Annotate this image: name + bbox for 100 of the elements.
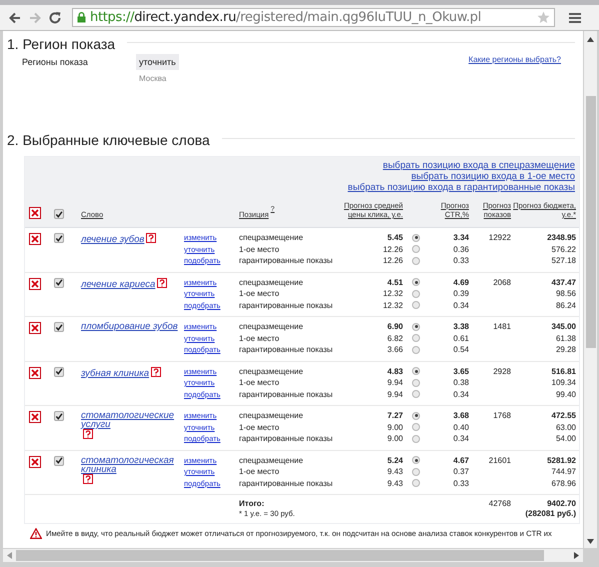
keyword-link[interactable]: лечение кариеса bbox=[81, 280, 156, 288]
delete-icon[interactable] bbox=[29, 233, 41, 245]
price-value: 4.83 bbox=[386, 366, 403, 377]
scroll-down-icon[interactable] bbox=[587, 539, 594, 544]
help-icon[interactable] bbox=[83, 474, 93, 484]
bulk-link[interactable]: выбрать позицию входа в гарантированные показы bbox=[348, 182, 575, 193]
budget-value: 516.81 bbox=[550, 366, 576, 377]
position-label: 1-ое место bbox=[239, 332, 280, 344]
help-icon[interactable] bbox=[146, 233, 156, 243]
ctr-value: 0.37 bbox=[452, 466, 469, 478]
budget-value: 63.00 bbox=[554, 422, 576, 433]
checkbox[interactable] bbox=[54, 411, 64, 421]
price-value: 12.26 bbox=[382, 244, 403, 255]
vertical-scrollbar[interactable] bbox=[584, 31, 597, 548]
radio-button[interactable] bbox=[412, 412, 420, 420]
radio-button[interactable] bbox=[412, 245, 420, 254]
price-value: 7.27 bbox=[386, 410, 403, 422]
radio-button[interactable] bbox=[412, 456, 420, 464]
radio-button[interactable] bbox=[412, 390, 420, 398]
budget-value: 2348.95 bbox=[546, 232, 576, 244]
position-label: гарантированные показы bbox=[239, 388, 334, 400]
ctr-value: 4.67 bbox=[452, 454, 469, 466]
shows-value: 21601 bbox=[488, 454, 511, 466]
warning-icon bbox=[30, 528, 42, 539]
ctr-value: 0.33 bbox=[452, 255, 469, 266]
keyword-link[interactable]: лечение зубов bbox=[81, 235, 144, 244]
ctr-value: 0.38 bbox=[452, 377, 469, 388]
radio-button[interactable] bbox=[412, 423, 420, 432]
budget-value: 109.34 bbox=[550, 377, 576, 388]
field-label: Регионы показа bbox=[22, 57, 89, 67]
delete-icon[interactable] bbox=[29, 278, 41, 290]
delete-icon[interactable] bbox=[29, 456, 41, 468]
total-budget-rub: (282081 руб.) bbox=[525, 509, 576, 519]
delete-icon[interactable] bbox=[29, 366, 41, 378]
checkbox[interactable] bbox=[54, 456, 64, 466]
scrollbar-thumb[interactable] bbox=[16, 550, 544, 561]
help-icon[interactable] bbox=[151, 366, 162, 376]
checkbox[interactable] bbox=[54, 209, 64, 219]
checkbox[interactable] bbox=[54, 278, 64, 288]
address-bar[interactable]: https://direct.yandex.ru/registered/main.qg96IuTUU_n_Okuw.pl bbox=[72, 8, 555, 27]
refine-button[interactable]: уточнить bbox=[136, 54, 179, 70]
keyword-link[interactable]: стоматологические услуги bbox=[81, 411, 184, 429]
radio-button[interactable] bbox=[412, 468, 420, 476]
budget-value: 98.56 bbox=[554, 288, 576, 300]
budget-value: 345.00 bbox=[550, 321, 576, 332]
radio-button[interactable] bbox=[412, 290, 420, 298]
position-label: спецразмещение bbox=[239, 321, 304, 332]
radio-button[interactable] bbox=[412, 434, 420, 443]
menu-icon[interactable] bbox=[569, 12, 581, 24]
position-label: гарантированные показы bbox=[239, 344, 334, 356]
scrollbar-thumb[interactable] bbox=[586, 96, 596, 348]
ctr-value: 0.34 bbox=[452, 433, 469, 444]
price-value: 5.45 bbox=[386, 232, 403, 244]
price-value: 9.43 bbox=[386, 466, 403, 478]
radio-button[interactable] bbox=[412, 378, 420, 387]
radio-button[interactable] bbox=[412, 256, 420, 265]
keyword-link[interactable]: зубная клиника bbox=[81, 368, 150, 378]
position-label: гарантированные показы bbox=[239, 433, 334, 444]
position-label: 1-ое место bbox=[239, 422, 280, 433]
position-label: 1-ое место bbox=[239, 244, 280, 255]
price-value: 6.82 bbox=[386, 332, 403, 344]
section-title: 2. Выбранные ключевые слова bbox=[7, 132, 210, 148]
delete-icon[interactable] bbox=[29, 411, 41, 423]
checkbox[interactable] bbox=[54, 233, 64, 243]
bulk-link[interactable]: выбрать позицию входа в 1-ое место bbox=[411, 171, 575, 182]
price-value: 6.90 bbox=[386, 321, 403, 332]
horizontal-scrollbar[interactable] bbox=[3, 549, 583, 562]
shows-value: 1481 bbox=[492, 321, 511, 332]
price-value: 12.32 bbox=[382, 288, 403, 300]
radio-button[interactable] bbox=[412, 334, 420, 342]
reload-icon[interactable] bbox=[48, 10, 62, 24]
total-shows: 42768 bbox=[488, 499, 511, 510]
radio-button[interactable] bbox=[412, 346, 420, 354]
help-icon[interactable] bbox=[157, 278, 168, 288]
help-icon[interactable] bbox=[83, 429, 93, 439]
delete-all-icon[interactable] bbox=[29, 207, 41, 219]
back-icon[interactable] bbox=[8, 10, 22, 24]
radio-button[interactable] bbox=[412, 301, 420, 310]
position-label: спецразмещение bbox=[239, 454, 304, 466]
radio-button[interactable] bbox=[412, 367, 420, 376]
price-value: 9.00 bbox=[386, 433, 403, 444]
radio-button[interactable] bbox=[412, 479, 420, 488]
price-value: 9.94 bbox=[386, 388, 403, 400]
radio-button[interactable] bbox=[412, 278, 420, 286]
radio-button[interactable] bbox=[412, 322, 420, 331]
bulk-link[interactable]: выбрать позицию входа в спецразмещение bbox=[382, 160, 575, 171]
position-label: спецразмещение bbox=[239, 366, 304, 377]
help-link[interactable]: Какие регионы выбрать? bbox=[468, 55, 561, 64]
position-label: гарантированные показы bbox=[239, 478, 334, 489]
scroll-right-icon[interactable] bbox=[574, 552, 579, 559]
delete-icon[interactable] bbox=[29, 322, 41, 334]
keyword-link[interactable]: стоматологическая клиника bbox=[81, 456, 184, 474]
scroll-up-icon[interactable] bbox=[587, 37, 594, 42]
keyword-link[interactable]: пломбирование зубов bbox=[81, 322, 178, 331]
radio-button[interactable] bbox=[412, 234, 420, 242]
ctr-value: 0.54 bbox=[452, 344, 469, 356]
lock-icon bbox=[77, 12, 86, 23]
checkbox[interactable] bbox=[54, 366, 64, 376]
checkbox[interactable] bbox=[54, 322, 64, 332]
star-icon[interactable] bbox=[537, 11, 550, 24]
